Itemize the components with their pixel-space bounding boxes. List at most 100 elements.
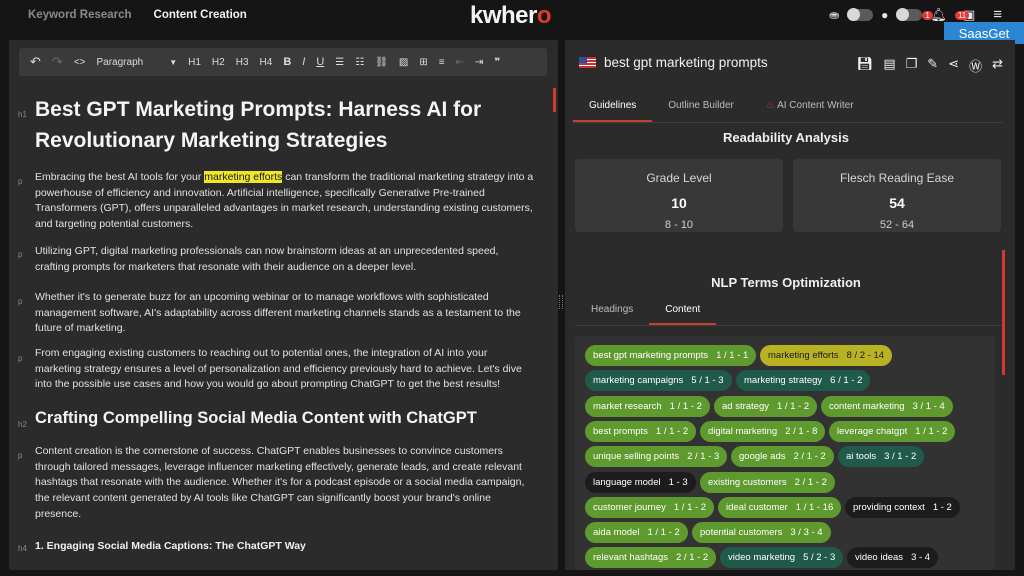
swap-icon[interactable]: ⇄	[992, 56, 1003, 75]
nlp-term-pill[interactable]: video ideas 3 - 4	[847, 547, 939, 569]
term-label: video marketing	[728, 552, 796, 564]
nlp-term-pill[interactable]: existing customers 2 / 1 - 2	[700, 471, 835, 493]
quote-icon[interactable]: ❞	[494, 57, 500, 68]
term-count: 2 / 1 - 2	[794, 476, 827, 488]
tag-p: p	[18, 250, 23, 259]
edit-icon[interactable]: ✎	[927, 56, 938, 75]
term-label: customer journey	[593, 501, 666, 513]
nlp-term-pill[interactable]: providing context 1 - 2	[845, 496, 960, 518]
paragraph-2[interactable]: Utilizing GPT, digital marketing profess…	[35, 244, 535, 275]
resize-handle[interactable]	[559, 295, 563, 309]
nlp-term-pill[interactable]: google ads 2 / 1 - 2	[731, 446, 834, 468]
copy-icon[interactable]: ❐	[906, 56, 918, 75]
h3-button[interactable]: H3	[236, 57, 249, 68]
editor-toolbar: ↶ ↷ <> Paragraph ▼ H1 H2 H3 H4 B I U ☰ ☷…	[19, 48, 547, 76]
paragraph-select[interactable]: Paragraph	[97, 57, 144, 68]
theme-toggle[interactable]	[847, 7, 874, 21]
nav-keyword-research[interactable]: Keyword Research	[28, 9, 132, 21]
kwhero-logo[interactable]: kwhero	[470, 2, 552, 30]
outdent-icon[interactable]: ⇤	[456, 57, 464, 68]
grade-level-range: 8 - 10	[664, 219, 694, 231]
tab-headings[interactable]: Headings	[575, 296, 649, 325]
nlp-term-pill[interactable]: best gpt marketing prompts 1 / 1 - 1	[585, 345, 757, 366]
image-icon[interactable]: ▨	[399, 57, 408, 68]
lightbulb-icon[interactable]: ●	[881, 8, 888, 22]
nlp-term-pill[interactable]: marketing campaigns 5 / 1 - 3	[585, 370, 732, 392]
undo-icon[interactable]: ↶	[30, 54, 41, 70]
nav-content-creation[interactable]: Content Creation	[154, 9, 247, 21]
flesch-label: Flesch Reading Ease	[839, 171, 955, 185]
paragraph-4[interactable]: From engaging existing customers to reac…	[35, 346, 535, 393]
notification-bell-icon[interactable]: 🔔︎ 1	[922, 7, 947, 23]
ordered-list-icon[interactable]: ☰	[335, 57, 344, 68]
nlp-term-pill[interactable]: market research 1 / 1 - 2	[585, 395, 710, 417]
editor-scrollbar[interactable]	[553, 88, 556, 112]
term-label: relevant hashtags	[593, 552, 668, 564]
nlp-term-pill[interactable]: customer journey 1 / 1 - 2	[585, 496, 715, 518]
code-icon[interactable]: <>	[74, 57, 86, 68]
table-icon[interactable]: ⊞	[419, 57, 427, 68]
nlp-term-pill[interactable]: unique selling points 2 / 1 - 3	[585, 446, 728, 468]
save-icon[interactable]: 💾︎	[857, 56, 874, 75]
hamburger-menu-icon[interactable]: ≡	[993, 6, 1002, 23]
paragraph-5[interactable]: Content creation is the cornerstone of s…	[35, 444, 535, 523]
paragraph-3[interactable]: Whether it's to generate buzz for an upc…	[35, 290, 535, 337]
nlp-term-pill[interactable]: ad strategy 1 / 1 - 2	[714, 395, 818, 417]
briefcase-icon[interactable]: ▣ 11	[954, 7, 975, 23]
nlp-term-pill[interactable]: content marketing 3 / 1 - 4	[821, 395, 953, 417]
nlp-term-pill[interactable]: digital marketing 2 / 1 - 8	[700, 420, 826, 442]
nlp-term-pill[interactable]: aida model 1 / 1 - 2	[585, 522, 688, 544]
tab-ai-content-writer[interactable]: ♨ AI Content Writer	[750, 93, 870, 122]
link-icon[interactable]: ⛓	[375, 57, 388, 68]
nlp-term-pill[interactable]: marketing strategy 6 / 1 - 2	[736, 370, 871, 392]
term-count: 3 - 4	[911, 552, 931, 564]
bullet-list-icon[interactable]: ☷	[355, 57, 364, 68]
nlp-term-pill[interactable]: relevant hashtags 2 / 1 - 2	[585, 547, 717, 569]
italic-button[interactable]: I	[302, 56, 305, 68]
redo-icon[interactable]: ↷	[52, 54, 63, 70]
section-heading[interactable]: Crafting Compelling Social Media Content…	[35, 409, 477, 428]
document-title[interactable]: Best GPT Marketing Prompts: Harness AI f…	[35, 94, 525, 156]
align-icon[interactable]: ≡	[439, 57, 445, 68]
nlp-term-pill[interactable]: ai tools 3 / 1 - 2	[838, 446, 925, 468]
grade-level-label: Grade Level	[646, 171, 712, 185]
nlp-term-pill[interactable]: ideal customer 1 / 1 - 16	[718, 496, 842, 518]
term-count: 2 / 1 - 2	[676, 552, 709, 564]
term-count: 1 - 3	[668, 476, 688, 488]
tab-guidelines[interactable]: Guidelines	[573, 93, 653, 122]
panel-scrollbar[interactable]	[1002, 250, 1005, 375]
subsection-heading[interactable]: 1. Engaging Social Media Captions: The C…	[35, 540, 306, 552]
nlp-term-pill[interactable]: leverage chatgpt 1 / 1 - 2	[829, 420, 956, 442]
nlp-term-pill[interactable]: potential customers 3 / 3 - 4	[692, 522, 831, 544]
nlp-term-pill[interactable]: marketing efforts 8 / 2 - 14	[760, 345, 893, 366]
h2-button[interactable]: H2	[212, 57, 225, 68]
tag-p: p	[18, 297, 23, 306]
term-label: marketing campaigns	[593, 375, 684, 387]
h4-button[interactable]: H4	[260, 57, 273, 68]
tab-content[interactable]: Content	[649, 296, 717, 325]
tag-h2: h2	[18, 420, 27, 429]
bold-button[interactable]: B	[283, 56, 291, 68]
chevron-down-icon[interactable]: ▼	[169, 58, 177, 67]
term-label: language model	[593, 476, 661, 488]
term-label: potential customers	[700, 527, 783, 539]
tab-outline-builder[interactable]: Outline Builder	[652, 93, 750, 122]
top-bar: Keyword Research Content Creation kwhero…	[0, 0, 1024, 44]
underline-button[interactable]: U	[316, 56, 324, 68]
h1-button[interactable]: H1	[188, 57, 201, 68]
us-flag-icon	[579, 57, 596, 68]
term-label: market research	[593, 400, 662, 412]
term-label: digital marketing	[708, 425, 778, 437]
wordpress-icon[interactable]: Ⓦ	[969, 56, 982, 75]
nlp-term-pill[interactable]: language model 1 - 3	[585, 471, 696, 493]
term-label: unique selling points	[593, 451, 680, 463]
document-icon[interactable]: ▤	[883, 56, 895, 75]
paragraph-1[interactable]: Embracing the best AI tools for your mar…	[35, 170, 535, 233]
share-icon[interactable]: ⋖	[948, 56, 959, 75]
nlp-term-pill[interactable]: video marketing 5 / 2 - 3	[720, 547, 844, 569]
indent-icon[interactable]: ⇥	[475, 57, 483, 68]
nlp-term-pill[interactable]: best prompts 1 / 1 - 2	[585, 420, 697, 442]
term-count: 5 / 2 - 3	[803, 552, 836, 564]
user-icon[interactable]: ⛂	[829, 8, 839, 22]
bulb-toggle[interactable]	[896, 7, 923, 21]
